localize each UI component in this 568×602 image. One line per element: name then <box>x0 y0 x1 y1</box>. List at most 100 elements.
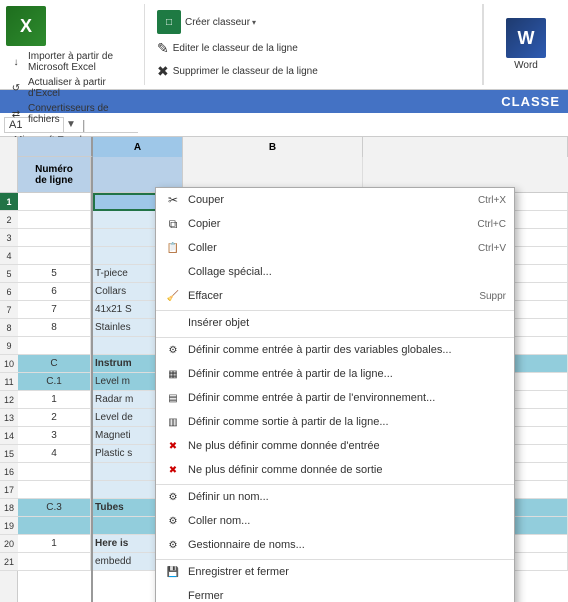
context-menu-define-name[interactable]: ⚙ Définir un nom... <box>156 484 514 509</box>
ribbon-word-section: W Word <box>483 4 568 85</box>
context-menu-define-output[interactable]: ▥ Définir comme sortie à partir de la li… <box>156 410 514 434</box>
frozen-row-18: C.3 <box>18 499 91 517</box>
paste-special-icon <box>164 263 182 281</box>
context-menu-define-line[interactable]: ▦ Définir comme entrée à partir de la li… <box>156 362 514 386</box>
copy-shortcut: Ctrl+C <box>477 219 506 230</box>
context-menu-paste-name[interactable]: ⚙ Coller nom... <box>156 509 514 533</box>
col-rest-header <box>363 137 568 157</box>
row-num-12: 12 <box>0 391 18 409</box>
context-menu: ✂ Couper Ctrl+X ⧉ Copier Ctrl+C 📋 Coller… <box>155 187 515 602</box>
undefine-output-label: Ne plus définir comme donnée de sortie <box>188 464 506 476</box>
paste-name-label: Coller nom... <box>188 515 506 527</box>
frozen-row-15: 4 <box>18 445 91 463</box>
frozen-row-20: 1 <box>18 535 91 553</box>
context-menu-define-env[interactable]: ▤ Définir comme entrée à partir de l'env… <box>156 386 514 410</box>
undefine-input-icon: ✖ <box>164 437 182 455</box>
close-icon <box>164 587 182 602</box>
context-menu-name-manager[interactable]: ⚙ Gestionnaire de noms... <box>156 533 514 557</box>
convert-icon: ⇄ <box>8 106 24 122</box>
define-env-icon: ▤ <box>164 389 182 407</box>
import-excel-button[interactable]: ↓ Importer à partir de Microsoft Excel <box>6 50 138 74</box>
row-num-6: 6 <box>0 283 18 301</box>
clear-label: Effacer <box>188 290 471 302</box>
col-headers-row: A B <box>0 137 568 157</box>
row-num-4: 4 <box>0 247 18 265</box>
row-num-14: 14 <box>0 427 18 445</box>
define-line-icon: ▦ <box>164 365 182 383</box>
row-num-1: 1 <box>0 193 18 211</box>
frozen-row-10: C <box>18 355 91 373</box>
row-numbers-col: 1 2 3 4 5 6 7 8 9 10 11 12 13 14 15 16 1… <box>0 157 18 602</box>
import-excel-label: Importer à partir de Microsoft Excel <box>28 51 136 73</box>
copy-icon: ⧉ <box>164 215 182 233</box>
context-menu-undefine-output[interactable]: ✖ Ne plus définir comme donnée de sortie <box>156 458 514 482</box>
row-num-19: 19 <box>0 517 18 535</box>
row-num-21: 21 <box>0 553 18 571</box>
word-label: Word <box>514 60 538 71</box>
formula-input[interactable] <box>90 118 564 132</box>
context-menu-clear[interactable]: 🧹 Effacer Suppr <box>156 284 514 308</box>
delete-icon: ✖ <box>157 63 169 80</box>
frozen-row-16 <box>18 463 91 481</box>
spreadsheet: A B 1 2 3 4 5 6 7 8 9 10 11 12 13 14 15 … <box>0 137 568 602</box>
col-a-header[interactable]: A <box>93 137 183 157</box>
create-classeur-icon: □ <box>157 10 181 34</box>
insert-label: Insérer objet <box>188 317 506 329</box>
refresh-excel-button[interactable]: ↺ Actualiser à partir d'Excel <box>6 76 138 100</box>
delete-classeur-button[interactable]: ✖ Supprimer le classeur de la ligne <box>153 61 322 82</box>
paste-icon: 📋 <box>164 239 182 257</box>
frozen-col-header-label: Numérode ligne <box>18 157 91 193</box>
frozen-row-5: 5 <box>18 265 91 283</box>
excel-icon: X <box>6 6 46 46</box>
frozen-row-3 <box>18 229 91 247</box>
context-menu-close[interactable]: Fermer <box>156 584 514 602</box>
context-menu-save-close[interactable]: 💾 Enregistrer et fermer <box>156 559 514 584</box>
paste-shortcut: Ctrl+V <box>478 243 506 254</box>
row-num-17: 17 <box>0 481 18 499</box>
context-menu-paste[interactable]: 📋 Coller Ctrl+V <box>156 236 514 260</box>
edit-classeur-row: ✎ Editer le classeur de la ligne <box>153 38 474 59</box>
create-classeur-button[interactable]: □ Créer classeur ▾ <box>153 8 260 36</box>
context-menu-define-global[interactable]: ⚙ Définir comme entrée à partir des vari… <box>156 337 514 362</box>
row-num-3: 3 <box>0 229 18 247</box>
row-num-8: 8 <box>0 319 18 337</box>
row-num-11: 11 <box>0 373 18 391</box>
copy-label: Copier <box>188 218 469 230</box>
frozen-row-11: C.1 <box>18 373 91 391</box>
import-icon: ↓ <box>8 54 24 70</box>
corner-cell <box>0 137 18 157</box>
frozen-row-2 <box>18 211 91 229</box>
row-num-15: 15 <box>0 445 18 463</box>
row-num-5: 5 <box>0 265 18 283</box>
ribbon: X ↓ Importer à partir de Microsoft Excel… <box>0 0 568 90</box>
context-menu-copy[interactable]: ⧉ Copier Ctrl+C <box>156 212 514 236</box>
row-num-9: 9 <box>0 337 18 355</box>
frozen-column: Numérode ligne 5 6 7 8 C C.1 1 2 3 4 C.3… <box>18 157 93 602</box>
row-num-10: 10 <box>0 355 18 373</box>
undefine-output-icon: ✖ <box>164 461 182 479</box>
frozen-row-6: 6 <box>18 283 91 301</box>
row-num-18: 18 <box>0 499 18 517</box>
define-output-icon: ▥ <box>164 413 182 431</box>
row-header-corner <box>0 157 17 193</box>
refresh-excel-label: Actualiser à partir d'Excel <box>28 77 136 99</box>
row-num-16: 16 <box>0 463 18 481</box>
row-num-7: 7 <box>0 301 18 319</box>
cut-shortcut: Ctrl+X <box>478 195 506 206</box>
create-classeur-label: Créer classeur <box>185 17 250 28</box>
define-name-label: Définir un nom... <box>188 491 506 503</box>
define-name-icon: ⚙ <box>164 488 182 506</box>
context-menu-cut[interactable]: ✂ Couper Ctrl+X <box>156 188 514 212</box>
delete-classeur-row: ✖ Supprimer le classeur de la ligne <box>153 61 474 82</box>
ribbon-center-section: □ Créer classeur ▾ ✎ Editer le classeur … <box>145 4 483 85</box>
define-line-label: Définir comme entrée à partir de la lign… <box>188 368 506 380</box>
row-num-13: 13 <box>0 409 18 427</box>
convert-files-button[interactable]: ⇄ Convertisseurs de fichiers <box>6 102 138 126</box>
context-menu-paste-special[interactable]: Collage spécial... <box>156 260 514 284</box>
frozen-col-header <box>18 137 93 157</box>
context-menu-undefine-input[interactable]: ✖ Ne plus définir comme donnée d'entrée <box>156 434 514 458</box>
excel-logo: X <box>6 6 138 46</box>
edit-classeur-button[interactable]: ✎ Editer le classeur de la ligne <box>153 38 302 59</box>
col-b-header[interactable]: B <box>183 137 363 157</box>
context-menu-insert-object[interactable]: Insérer objet <box>156 310 514 335</box>
